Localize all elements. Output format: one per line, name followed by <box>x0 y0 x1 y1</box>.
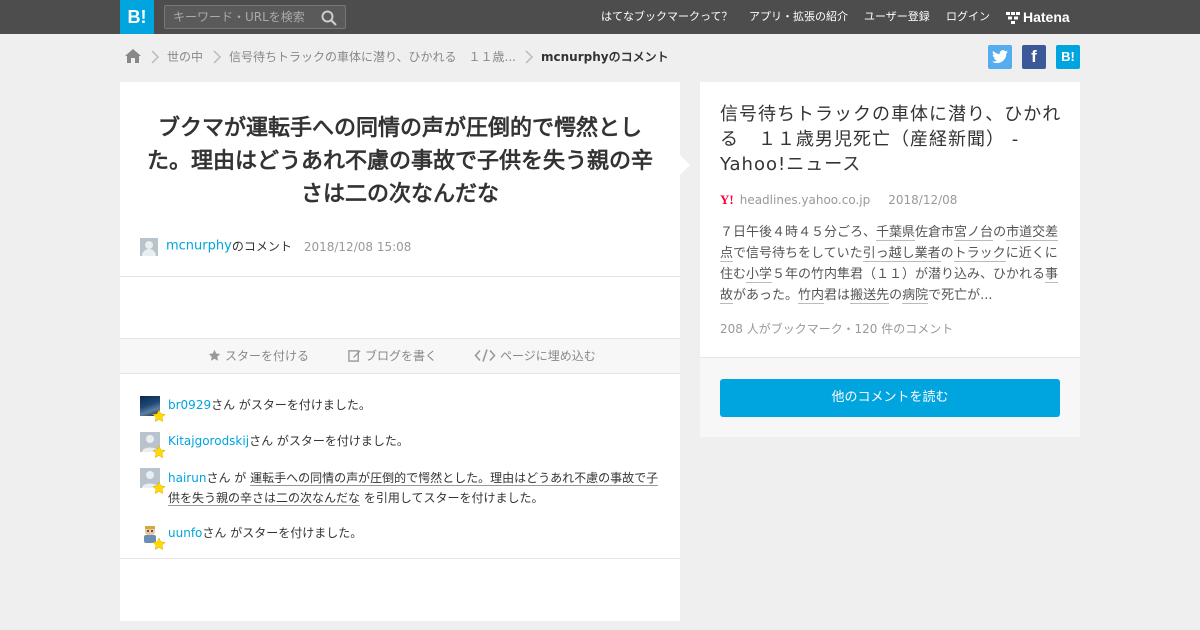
breadcrumb-current: mcnurphyのコメント <box>541 50 669 64</box>
chevron-right-icon <box>213 50 222 64</box>
chevron-right-icon <box>525 50 534 64</box>
star-message: を引用してスターを付けました。 <box>360 491 544 505</box>
summary-text: 君は <box>824 288 851 303</box>
keyword-link[interactable]: 千葉県 <box>876 225 916 241</box>
entry-domain[interactable]: headlines.yahoo.co.jp <box>740 193 871 207</box>
summary-text: 佐倉市 <box>915 225 955 240</box>
nav-register[interactable]: ユーザー登録 <box>864 0 930 34</box>
avatar[interactable] <box>140 396 166 423</box>
keyword-link[interactable]: 小学 <box>746 267 773 283</box>
twitter-share-button[interactable] <box>988 45 1012 69</box>
star-user-link[interactable]: br0929 <box>168 398 211 412</box>
star-message: さん が <box>206 471 251 485</box>
star-icon <box>152 445 166 459</box>
entry-stats[interactable]: 208 人がブックマーク・120 件のコメント <box>720 320 953 337</box>
action-bar: スターを付ける ブログを書く ページに埋め込む <box>120 338 680 374</box>
embed-label: ページに埋め込む <box>500 349 596 363</box>
entry-summary: ７日午後４時４５分ごろ、千葉県佐倉市宮ノ台の市道交差点で信号待ちをしていた引っ越… <box>720 222 1060 306</box>
keyword-link[interactable]: 市道 <box>1006 225 1033 241</box>
summary-text: の <box>889 288 903 303</box>
divider <box>120 558 680 559</box>
star-icon <box>152 481 166 495</box>
star-message: さん がスターを付けました。 <box>211 398 371 412</box>
summary-text: ５年の竹内隼君（１１）が潜り込み、ひかれる <box>772 267 1046 282</box>
twitter-bird-icon <box>992 50 1008 64</box>
hatena-logo-icon <box>1006 12 1020 24</box>
quoted-text[interactable]: 運転手への同情の声が圧倒的で愕然とした。理由はどうあれ不慮の事故で子 <box>250 471 659 486</box>
hatena-brand[interactable]: Hatena <box>1006 0 1070 34</box>
facebook-share-button[interactable]: f <box>1022 45 1046 69</box>
star-message: さん がスターを付けました。 <box>202 526 363 540</box>
hatena-share-button[interactable]: B! <box>1056 45 1080 69</box>
star-user-link[interactable]: Kitajgorodskij <box>168 434 249 448</box>
search-box[interactable] <box>164 5 346 29</box>
summary-text: の <box>993 225 1007 240</box>
avatar[interactable] <box>140 432 166 459</box>
keyword-link[interactable]: 宮ノ台 <box>954 225 994 241</box>
keyword-link[interactable]: 引っ越し業者 <box>862 246 941 262</box>
write-blog-button[interactable]: ブログを書く <box>348 339 437 373</box>
entry-title[interactable]: 信号待ちトラックの車体に潜り、ひかれる １１歳男児死亡（産経新聞） - Yaho… <box>720 102 1062 177</box>
comment-user-link[interactable]: mcnurphy <box>166 239 232 254</box>
embed-button[interactable]: ページに埋め込む <box>474 339 596 373</box>
star-user-link[interactable]: uunfo <box>168 526 202 540</box>
add-star-button[interactable]: スターを付ける <box>208 339 309 373</box>
code-icon <box>474 349 496 362</box>
hatena-bookmark-logo[interactable]: B! <box>120 0 154 34</box>
comment-user-suffix: のコメント <box>231 239 292 254</box>
card-pointer <box>680 155 690 175</box>
home-icon[interactable] <box>124 48 142 64</box>
entry-source: Y! headlines.yahoo.co.jp 2018/12/08 <box>720 192 957 208</box>
comment-datetime[interactable]: 2018/12/08 15:08 <box>304 240 412 254</box>
avatar[interactable] <box>140 524 166 551</box>
nav-apps[interactable]: アプリ・拡張の紹介 <box>749 0 848 34</box>
star-user-link[interactable]: hairun <box>168 471 206 485</box>
summary-text: で死亡が... <box>928 288 993 303</box>
avatar[interactable] <box>140 468 166 495</box>
search-icon[interactable] <box>321 10 337 26</box>
comment-author-line: mcnurphyのコメント 2018/12/08 15:08 <box>140 236 411 256</box>
avatar[interactable] <box>140 237 158 256</box>
keyword-link[interactable]: 搬送先 <box>850 288 890 304</box>
keyword-link[interactable]: 病院 <box>902 288 929 304</box>
search-input[interactable] <box>165 6 315 28</box>
star-icon <box>208 349 221 361</box>
keyword-link[interactable]: 竹内 <box>798 288 825 304</box>
write-blog-label: ブログを書く <box>365 349 438 363</box>
divider <box>120 276 680 277</box>
yahoo-favicon-icon: Y! <box>720 192 734 207</box>
star-icon <box>152 537 166 551</box>
star-message: さん がスターを付けました。 <box>249 434 409 448</box>
read-more-comments-button[interactable]: 他のコメントを読む <box>720 379 1060 417</box>
star-icon <box>152 409 166 423</box>
entry-card: 信号待ちトラックの車体に潜り、ひかれる １１歳男児死亡（産経新聞） - Yaho… <box>700 82 1080 437</box>
comment-card: ブクマが運転手への同情の声が圧倒的で愕然とした。理由はどうあれ不慮の事故で子供を… <box>120 82 680 621</box>
entry-date: 2018/12/08 <box>888 193 958 207</box>
summary-text: があった。 <box>733 288 799 303</box>
entry-footer: 他のコメントを読む <box>700 357 1080 437</box>
keyword-link[interactable]: トラック <box>953 246 1006 262</box>
comment-text: ブクマが運転手への同情の声が圧倒的で愕然とした。理由はどうあれ不慮の事故で子供を… <box>146 116 653 207</box>
summary-text: の <box>940 246 954 261</box>
breadcrumb-entry[interactable]: 信号待ちトラックの車体に潜り、ひかれる １１歳... <box>229 48 516 66</box>
quoted-text[interactable]: 供を失う親の辛さは二の次なんだな <box>168 491 361 506</box>
summary-text: ７日午後４時４５分ごろ、 <box>720 225 877 240</box>
top-bar: B! はてなブックマークって？ アプリ・拡張の紹介 ユーザー登録 ログイン Ha… <box>0 0 1200 34</box>
chevron-right-icon <box>151 50 160 64</box>
nav-login[interactable]: ログイン <box>946 0 990 34</box>
edit-icon <box>348 350 361 362</box>
summary-text: で信号待ちをしていた <box>733 246 863 261</box>
nav-about[interactable]: はてなブックマークって？ <box>601 0 732 34</box>
add-star-label: スターを付ける <box>225 349 310 363</box>
hatena-brand-label: Hatena <box>1023 9 1070 25</box>
breadcrumb-category[interactable]: 世の中 <box>167 48 203 66</box>
